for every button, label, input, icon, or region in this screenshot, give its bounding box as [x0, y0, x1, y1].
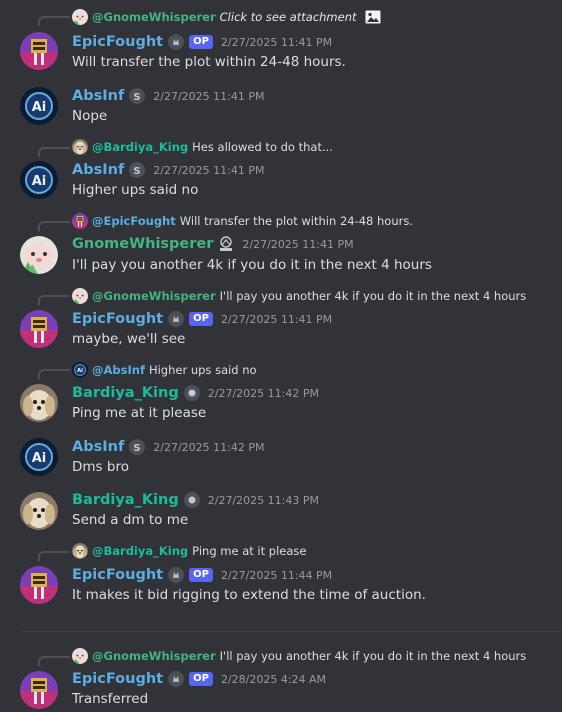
timestamp: 2/27/2025 11:41 PM [220, 312, 333, 326]
op-badge: OP [189, 35, 213, 49]
avatar[interactable] [20, 87, 58, 125]
username[interactable]: Bardiya_King [72, 492, 179, 508]
avatar[interactable] [20, 236, 58, 274]
reply-text: Hes allowed to do that... [192, 140, 333, 154]
avatar[interactable] [20, 384, 58, 422]
username[interactable]: AbsInf [72, 439, 124, 455]
reply-preview[interactable]: @GnomeWhisperer Click to see attachment [72, 8, 381, 26]
username[interactable]: Bardiya_King [72, 385, 179, 401]
reply-mention[interactable]: @GnomeWhisperer [92, 289, 216, 303]
reply-mention[interactable]: @GnomeWhisperer [92, 10, 216, 24]
reply-mention[interactable]: @GnomeWhisperer [92, 649, 216, 663]
username[interactable]: EpicFought [72, 34, 163, 50]
date-divider [20, 631, 562, 632]
timestamp: 2/27/2025 11:43 PM [207, 493, 319, 507]
role-icon [129, 439, 145, 455]
reply-mention[interactable]: @Bardiya_King [92, 544, 188, 558]
chat-log: Ai [0, 0, 562, 712]
timestamp: 2/27/2025 11:42 PM [207, 386, 319, 400]
role-icon [168, 311, 184, 327]
username[interactable]: GnomeWhisperer [72, 236, 213, 252]
avatar [72, 543, 88, 559]
reply-spine [38, 147, 70, 157]
message-text: Will transfer the plot within 24-48 hour… [72, 54, 346, 70]
op-badge: OP [189, 672, 213, 686]
message-text: Send a dm to me [72, 512, 189, 528]
message-text: It makes it bid rigging to extend the ti… [72, 587, 426, 603]
message-text: Dms bro [72, 459, 129, 475]
timestamp: 2/27/2025 11:42 PM [153, 440, 265, 454]
op-badge: OP [189, 568, 213, 582]
message-text: Higher ups said no [72, 182, 199, 198]
image-icon [365, 10, 381, 24]
message-text: Transferred [72, 691, 149, 707]
role-icon [184, 385, 200, 401]
reply-preview[interactable]: @AbsInf Higher ups said no [72, 361, 257, 379]
reply-mention[interactable]: @EpicFought [92, 214, 176, 228]
avatar[interactable] [20, 566, 58, 604]
avatar [72, 139, 88, 155]
reply-preview[interactable]: @Bardiya_King Ping me at it please [72, 542, 306, 560]
reply-preview[interactable]: @GnomeWhisperer I'll pay you another 4k … [72, 647, 526, 665]
reply-text: Click to see attachment [219, 10, 357, 24]
reply-text: Higher ups said no [148, 363, 257, 377]
username[interactable]: EpicFought [72, 671, 163, 687]
avatar[interactable] [20, 310, 58, 348]
reply-spine [38, 221, 70, 231]
reply-text: I'll pay you another 4k if you do it in … [219, 289, 527, 303]
message-text: Ping me at it please [72, 405, 207, 421]
role-icon [168, 567, 184, 583]
reply-preview[interactable]: @Bardiya_King Hes allowed to do that... [72, 138, 333, 156]
message-text: I'll pay you another 4k if you do it in … [72, 257, 432, 273]
reply-preview[interactable]: @GnomeWhisperer I'll pay you another 4k … [72, 287, 526, 305]
reply-spine [38, 295, 70, 305]
avatar[interactable] [20, 671, 58, 709]
crest-icon [218, 236, 234, 252]
reply-spine [38, 369, 70, 379]
avatar [72, 9, 88, 25]
message-text: maybe, we'll see [72, 331, 186, 347]
avatar[interactable] [20, 492, 58, 530]
avatar[interactable] [20, 161, 58, 199]
timestamp: 2/27/2025 11:44 PM [220, 568, 333, 582]
username[interactable]: AbsInf [72, 162, 124, 178]
reply-mention[interactable]: @AbsInf [92, 363, 145, 377]
role-icon [168, 34, 184, 50]
avatar[interactable] [20, 438, 58, 476]
reply-spine [38, 656, 70, 666]
avatar[interactable] [20, 32, 58, 70]
role-icon [129, 88, 145, 104]
avatar [72, 362, 88, 378]
username[interactable]: EpicFought [72, 311, 163, 327]
timestamp: 2/27/2025 11:41 PM [242, 237, 354, 251]
username[interactable]: EpicFought [72, 567, 163, 583]
reply-mention[interactable]: @Bardiya_King [92, 140, 188, 154]
reply-text: Ping me at it please [192, 544, 307, 558]
username[interactable]: AbsInf [72, 88, 124, 104]
role-icon [129, 162, 145, 178]
op-badge: OP [189, 312, 213, 326]
reply-spine [38, 551, 70, 561]
timestamp: 2/28/2025 4:24 AM [220, 672, 327, 686]
role-icon [184, 492, 200, 508]
timestamp: 2/27/2025 11:41 PM [220, 35, 333, 49]
message-text: Nope [72, 108, 108, 124]
timestamp: 2/27/2025 11:41 PM [153, 163, 265, 177]
reply-spine [38, 16, 70, 26]
reply-preview[interactable]: @EpicFought Will transfer the plot withi… [72, 212, 413, 230]
timestamp: 2/27/2025 11:41 PM [153, 89, 265, 103]
reply-text: Will transfer the plot within 24-48 hour… [179, 214, 414, 228]
avatar [72, 288, 88, 304]
avatar [72, 648, 88, 664]
role-icon [168, 671, 184, 687]
reply-text: I'll pay you another 4k if you do it in … [219, 649, 527, 663]
avatar [72, 213, 88, 229]
